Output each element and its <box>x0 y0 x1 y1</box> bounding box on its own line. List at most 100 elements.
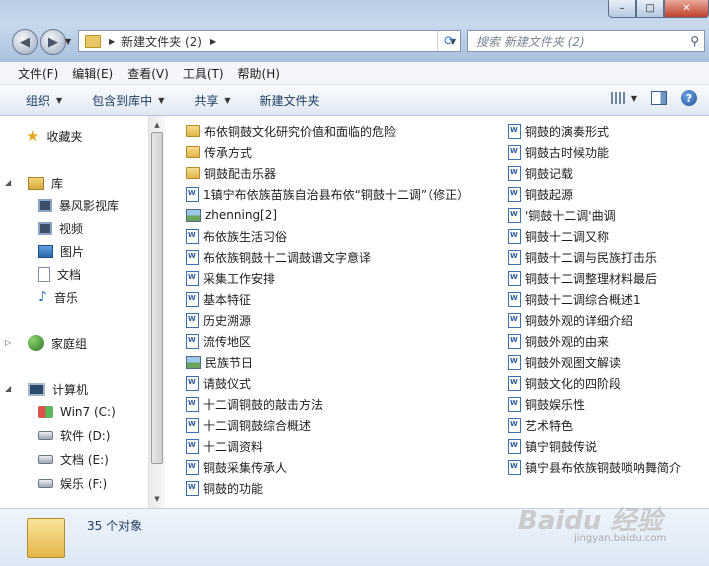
chevron-down-icon[interactable]: ▼ <box>631 94 637 103</box>
file-item[interactable]: 铜鼓十二调又称 <box>508 226 609 246</box>
search-input[interactable]: 搜索 新建文件夹 (2) ⚲ <box>467 30 705 52</box>
title-bar: – □ ✕ ◀ ▶ ▼ ▶ 新建文件夹 (2) ▶ ▼ ⟳ 搜索 新建文件夹 (… <box>0 0 709 62</box>
expand-arrow-icon[interactable]: ▷ <box>5 338 11 347</box>
sidebar-item-label: 家庭组 <box>51 336 88 351</box>
file-item[interactable]: 铜鼓娱乐性 <box>508 394 585 414</box>
file-item[interactable]: 流传地区 <box>186 331 251 351</box>
scroll-up-icon[interactable]: ▲ <box>151 118 163 132</box>
file-item[interactable]: 铜鼓的功能 <box>186 478 263 498</box>
sidebar-item-label: 收藏夹 <box>46 129 83 144</box>
expand-arrow-icon[interactable]: ◢ <box>5 384 11 393</box>
word-document-icon <box>186 333 199 349</box>
file-name: 铜鼓十二调综合概述1 <box>525 292 641 307</box>
sidebar-item-drive-c[interactable]: Win7 (C:) <box>38 402 116 422</box>
file-item[interactable]: 采集工作安排 <box>186 268 275 288</box>
sidebar-item-drive-d[interactable]: 软件 (D:) <box>38 425 110 445</box>
view-options-icon[interactable] <box>610 92 625 104</box>
file-item[interactable]: '铜鼓十二调'曲调 <box>508 205 616 225</box>
file-item[interactable]: 请鼓仪式 <box>186 373 251 393</box>
file-item[interactable]: 传承方式 <box>186 142 252 162</box>
close-button[interactable]: ✕ <box>664 0 709 18</box>
search-icon[interactable]: ⚲ <box>690 34 699 48</box>
minimize-button[interactable]: – <box>608 0 636 18</box>
word-document-icon <box>508 417 521 433</box>
sidebar-item-computer[interactable]: 计算机 <box>28 379 88 399</box>
file-item[interactable]: 铜鼓文化的四阶段 <box>508 373 621 393</box>
file-list: 布依铜鼓文化研究价值和面临的危险传承方式铜鼓配击乐器 1镇宁布依族苗族自治县布依“… <box>166 116 709 508</box>
address-path[interactable]: 新建文件夹 (2) <box>121 33 202 50</box>
file-item[interactable]: 铜鼓起源 <box>508 184 573 204</box>
organize-button[interactable]: 组织 ▼ <box>26 92 62 109</box>
new-folder-button[interactable]: 新建文件夹 <box>260 92 320 109</box>
scroll-down-icon[interactable]: ▼ <box>151 492 163 506</box>
file-item[interactable]: 历史溯源 <box>186 310 251 330</box>
help-icon[interactable]: ? <box>681 90 697 106</box>
file-item[interactable]: 镇宁县布依族铜鼓唢呐舞简介 <box>508 457 681 477</box>
file-item[interactable]: 布依族生活习俗 <box>186 226 287 246</box>
file-item[interactable]: 艺术特色 <box>508 415 573 435</box>
file-item[interactable]: 十二调铜鼓的敲击方法 <box>186 394 323 414</box>
include-in-library-button[interactable]: 包含到库中 ▼ <box>92 92 164 109</box>
file-item[interactable]: 铜鼓外观的详细介绍 <box>508 310 633 330</box>
file-name: 采集工作安排 <box>203 271 276 286</box>
sidebar-item-documents[interactable]: 文档 <box>38 264 81 284</box>
sidebar-item-videos[interactable]: 视频 <box>38 218 83 238</box>
sidebar-item-music[interactable]: ♪ 音乐 <box>38 287 78 307</box>
file-item[interactable]: 铜鼓记载 <box>508 163 573 183</box>
file-item[interactable]: 基本特征 <box>186 289 251 309</box>
file-item[interactable]: 镇宁铜鼓传说 <box>508 436 597 456</box>
file-item[interactable]: 十二调资料 <box>186 436 263 456</box>
recent-pages-dropdown-icon[interactable]: ▼ <box>65 37 71 46</box>
file-item[interactable]: 铜鼓配击乐器 <box>186 163 276 183</box>
menu-view[interactable]: 查看(V) <box>120 65 176 82</box>
file-item[interactable]: 铜鼓外观图文解读 <box>508 352 621 372</box>
menu-help[interactable]: 帮助(H) <box>231 65 287 82</box>
address-bar[interactable]: ▶ 新建文件夹 (2) ▶ ▼ <box>78 30 461 52</box>
file-name: 传承方式 <box>204 145 253 160</box>
sidebar-item-drive-f[interactable]: 娱乐 (F:) <box>38 473 107 493</box>
word-document-icon <box>186 228 199 244</box>
maximize-button[interactable]: □ <box>636 0 664 18</box>
sidebar-item-baofeng-library[interactable]: 暴风影视库 <box>38 195 119 215</box>
file-item[interactable]: zhenning[2] <box>186 205 277 225</box>
share-button[interactable]: 共享 ▼ <box>194 92 230 109</box>
file-name: 铜鼓外观的由来 <box>525 334 610 349</box>
file-name: 铜鼓起源 <box>525 187 574 202</box>
menu-file[interactable]: 文件(F) <box>0 65 65 82</box>
file-item[interactable]: 铜鼓外观的由来 <box>508 331 609 351</box>
file-item[interactable]: 铜鼓采集传承人 <box>186 457 287 477</box>
navigation-scrollbar[interactable]: ▲ ▼ <box>148 116 165 508</box>
sidebar-item-drive-e[interactable]: 文档 (E:) <box>38 449 109 469</box>
file-item[interactable]: 铜鼓十二调综合概述1 <box>508 289 641 309</box>
preview-pane-icon[interactable] <box>651 91 667 105</box>
sidebar-item-favorites[interactable]: ★ 收藏夹 <box>26 126 82 146</box>
file-item[interactable]: 铜鼓古时候功能 <box>508 142 609 162</box>
file-item[interactable]: 布依铜鼓文化研究价值和面临的危险 <box>186 121 396 141</box>
word-document-icon <box>186 438 199 454</box>
file-item[interactable]: 十二调铜鼓综合概述 <box>186 415 311 435</box>
file-name: 铜鼓的演奏形式 <box>525 124 610 139</box>
word-document-icon <box>508 438 521 454</box>
sidebar-item-pictures[interactable]: 图片 <box>38 241 84 261</box>
scrollbar-thumb[interactable] <box>151 132 163 464</box>
file-name: 镇宁县布依族铜鼓唢呐舞简介 <box>525 460 682 475</box>
file-item[interactable]: 铜鼓的演奏形式 <box>508 121 609 141</box>
refresh-icon[interactable]: ⟳ <box>437 31 461 51</box>
expand-arrow-icon[interactable]: ◢ <box>5 178 11 187</box>
file-item[interactable]: 铜鼓十二调与民族打击乐 <box>508 247 657 267</box>
breadcrumb-chevron-icon[interactable]: ▶ <box>109 37 115 46</box>
menu-edit[interactable]: 编辑(E) <box>65 65 120 82</box>
file-item[interactable]: 布依族铜鼓十二调鼓谱文字意译 <box>186 247 371 267</box>
breadcrumb-chevron-icon[interactable]: ▶ <box>210 37 216 46</box>
file-item[interactable]: 民族节日 <box>186 352 253 372</box>
back-button[interactable]: ◀ <box>12 29 38 55</box>
file-item[interactable]: 铜鼓十二调整理材料最后 <box>508 268 657 288</box>
menu-tools[interactable]: 工具(T) <box>176 65 231 82</box>
new-folder-label: 新建文件夹 <box>259 93 320 108</box>
file-name: 请鼓仪式 <box>203 376 252 391</box>
sidebar-item-homegroup[interactable]: 家庭组 <box>28 333 87 353</box>
forward-button[interactable]: ▶ <box>40 29 66 55</box>
sidebar-item-libraries[interactable]: 库 <box>28 173 63 193</box>
word-document-icon <box>508 396 521 412</box>
file-item[interactable]: 1镇宁布依族苗族自治县布依“铜鼓十二调”（修正） <box>186 184 469 204</box>
